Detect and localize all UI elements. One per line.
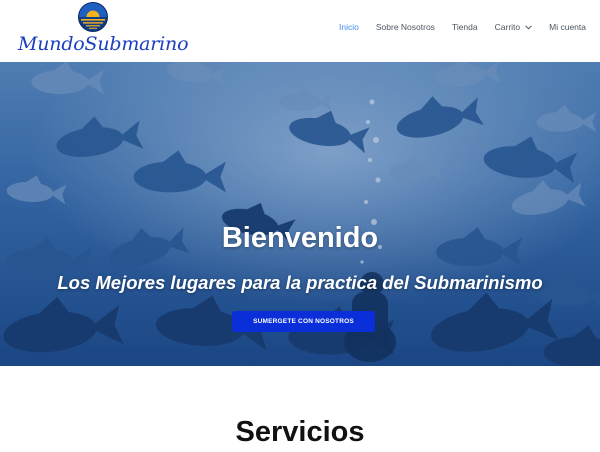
hero-subtitle: Los Mejores lugares para la practica del…: [57, 272, 543, 293]
hero-title: Bienvenido: [221, 222, 379, 254]
chevron-down-icon: [525, 24, 532, 30]
dive-with-us-button[interactable]: SUMERGETE CON NOSOTROS: [232, 311, 375, 332]
nav-item-carrito[interactable]: Carrito: [495, 22, 533, 32]
site-header: MundoSubmarino Inicio Sobre Nosotros Tie…: [0, 0, 600, 62]
services-section: Servicios: [0, 366, 600, 452]
site-logo[interactable]: MundoSubmarino: [16, 2, 189, 60]
nav-item-inicio[interactable]: Inicio: [339, 22, 359, 32]
brand-name: MundoSubmarino: [18, 33, 189, 55]
main-nav: Inicio Sobre Nosotros Tienda Carrito Mi …: [322, 22, 586, 32]
hero-banner: Bienvenido Los Mejores lugares para la p…: [0, 62, 600, 366]
nav-item-tienda[interactable]: Tienda: [452, 22, 478, 32]
nav-item-carrito-label: Carrito: [494, 22, 521, 32]
services-title: Servicios: [235, 416, 365, 448]
sunset-sea-emblem-icon: [78, 2, 108, 32]
nav-item-sobre-nosotros[interactable]: Sobre Nosotros: [376, 22, 435, 32]
nav-item-mi-cuenta[interactable]: Mi cuenta: [549, 22, 586, 32]
